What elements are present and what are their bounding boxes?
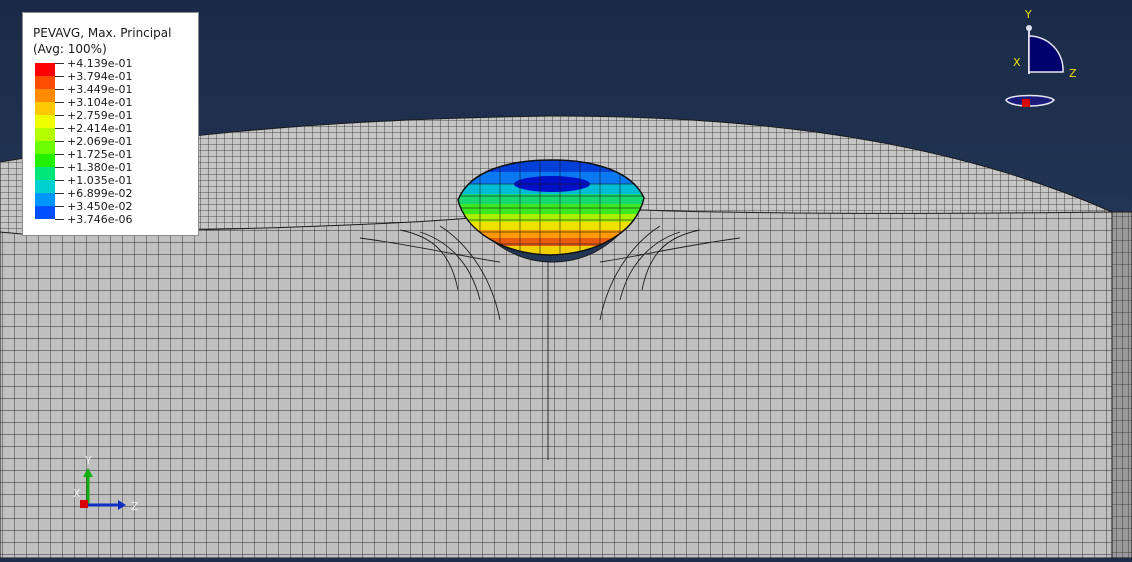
legend-value: +3.746e-06: [67, 213, 133, 226]
legend-swatch: [35, 102, 55, 115]
triad-top-x-label: X: [1013, 56, 1021, 69]
legend-tick: [55, 206, 64, 207]
legend-subtitle: (Avg: 100%): [33, 42, 107, 56]
legend-tick: [55, 115, 64, 116]
legend-value: +6.899e-02: [67, 187, 133, 200]
legend-swatch: [35, 63, 55, 76]
legend-swatch: [35, 89, 55, 102]
legend-value: +3.450e-02: [67, 200, 133, 213]
contour-legend: PEVAVG, Max. Principal (Avg: 100%) +4.13…: [22, 12, 199, 236]
legend-value: +1.725e-01: [67, 148, 133, 161]
legend-tick: [55, 154, 64, 155]
legend-tick: [55, 219, 64, 220]
legend-tick: [55, 141, 64, 142]
triad-x-label: X: [73, 487, 81, 500]
legend-swatch: [35, 141, 55, 154]
triad-top-z-label: Z: [1069, 67, 1077, 80]
triad-y-label: Y: [84, 454, 92, 467]
legend-value: +2.069e-01: [67, 135, 133, 148]
legend-value: +3.104e-01: [67, 96, 133, 109]
legend-value: +4.139e-01: [67, 57, 133, 70]
legend-tick: [55, 63, 64, 64]
legend-value: +1.380e-01: [67, 161, 133, 174]
mesh-side-face: [1111, 211, 1132, 559]
legend-tick: [55, 167, 64, 168]
legend-swatch: [35, 115, 55, 128]
legend-value: +3.794e-01: [67, 70, 133, 83]
legend-swatch: [35, 167, 55, 180]
legend-value: +3.449e-01: [67, 83, 133, 96]
legend-tick: [55, 180, 64, 181]
legend-tick: [55, 102, 64, 103]
legend-swatch: [35, 206, 55, 219]
legend-swatch: [35, 76, 55, 89]
legend-tick: [55, 128, 64, 129]
triad-top-y-label: Y: [1024, 8, 1032, 21]
legend-value: +2.759e-01: [67, 109, 133, 122]
legend-swatch: [35, 180, 55, 193]
legend-tick: [55, 89, 64, 90]
legend-tick: [55, 193, 64, 194]
triad-z-label: Z: [131, 500, 139, 513]
legend-swatch: [35, 128, 55, 141]
legend-tick: [55, 76, 64, 77]
legend-swatch: [35, 154, 55, 167]
legend-value: +2.414e-01: [67, 122, 133, 135]
model-viewport[interactable]: Y X Z Y X Z PEVAVG, Max. Principal (Avg:…: [0, 0, 1132, 559]
mesh-front-face: [0, 209, 1113, 559]
legend-value: +1.035e-01: [67, 174, 133, 187]
legend-swatch: [35, 193, 55, 206]
legend-title: PEVAVG, Max. Principal: [33, 26, 172, 40]
